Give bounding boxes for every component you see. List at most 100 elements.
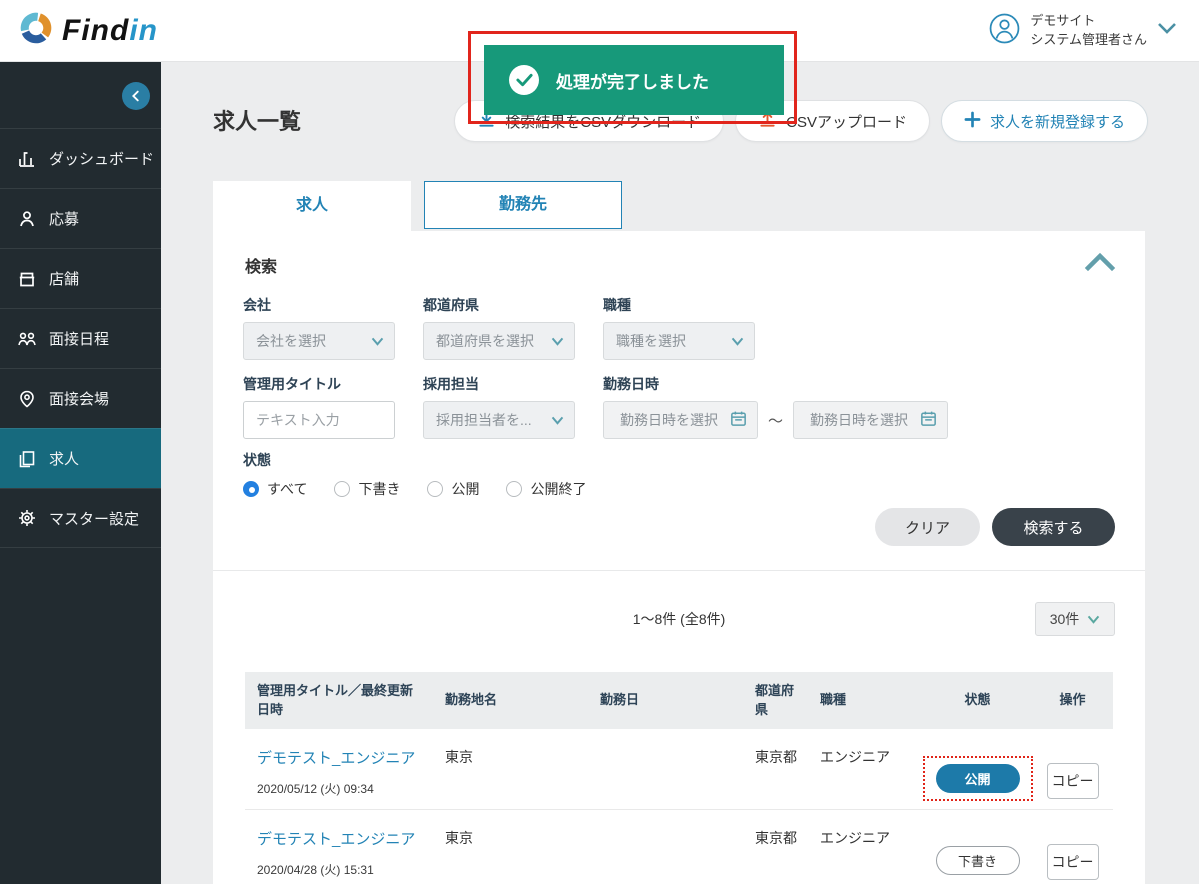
search-section-title: 検索	[245, 253, 277, 277]
header-work-day: 勤務日	[588, 683, 743, 718]
new-job-label: 求人を新規登録する	[990, 111, 1125, 132]
search-actions: クリア 検索する	[875, 508, 1115, 546]
radio-all[interactable]: すべて	[243, 479, 307, 499]
work-datetime-to-value: 勤務日時を選択	[810, 410, 908, 430]
table-row: デモテスト_エンジニア 2020/04/28 (火) 15:31 東京 東京都 …	[245, 810, 1113, 884]
recruiter-select[interactable]: 採用担当者を...	[423, 401, 575, 439]
company-select[interactable]: 会社を選択	[243, 322, 395, 360]
tabs: 求人 勤務先	[213, 181, 622, 231]
header-location: 勤務地名	[433, 683, 588, 718]
clear-button[interactable]: クリア	[875, 508, 980, 546]
header-prefecture: 都道府県	[743, 674, 808, 728]
job-title-link[interactable]: デモテスト_エンジニア	[257, 747, 415, 768]
csv-upload-label: CSVアップロード	[786, 111, 907, 132]
sidebar-item-label: ダッシュボード	[49, 148, 154, 169]
search-button[interactable]: 検索する	[992, 508, 1115, 546]
user-name-line1: デモサイト	[1030, 12, 1147, 31]
gear-icon	[17, 508, 37, 528]
radio-button-icon	[243, 481, 259, 497]
sidebar-item-label: 面接会場	[49, 388, 109, 409]
status-label: 状態	[243, 450, 586, 470]
radio-button-icon	[506, 481, 522, 497]
admin-title-label: 管理用タイトル	[243, 374, 395, 394]
prefecture-select-value: 都道府県を選択	[436, 331, 534, 351]
recruiter-label: 採用担当	[423, 374, 575, 394]
radio-published[interactable]: 公開	[427, 479, 479, 499]
cell-operation: コピー	[1028, 747, 1113, 799]
work-datetime-to-input[interactable]: 勤務日時を選択	[793, 401, 948, 439]
job-type-label: 職種	[603, 295, 755, 315]
bar-chart-icon	[17, 149, 37, 169]
calendar-icon	[919, 409, 938, 431]
per-page-value: 30件	[1050, 609, 1080, 629]
radio-all-label: すべて	[267, 479, 307, 499]
chevron-down-icon	[1157, 21, 1177, 40]
calendar-icon	[729, 409, 748, 431]
date-range-separator: 〜	[768, 410, 783, 431]
radio-draft-label: 下書き	[358, 479, 400, 499]
sidebar-item-interview-schedule[interactable]: 面接日程	[0, 308, 161, 368]
radio-draft[interactable]: 下書き	[334, 479, 400, 499]
cell-location: 東京	[433, 747, 588, 767]
sidebar-item-applications[interactable]: 応募	[0, 188, 161, 248]
logo-text: Findin	[62, 14, 158, 48]
cell-status: 公開	[923, 747, 1028, 801]
cell-title: デモテスト_エンジニア 2020/05/12 (火) 09:34	[245, 747, 433, 797]
search-panel: 検索 会社 会社を選択 都道府県 都道府県を選択 職種 職種を選択	[213, 231, 1145, 884]
plus-icon	[964, 111, 981, 132]
document-icon	[17, 449, 37, 469]
work-datetime-from-input[interactable]: 勤務日時を選択	[603, 401, 758, 439]
toast-message: 処理が完了しました	[556, 68, 709, 93]
sidebar-item-interview-venue[interactable]: 面接会場	[0, 368, 161, 428]
radio-ended[interactable]: 公開終了	[506, 479, 586, 499]
status-options: すべて 下書き 公開 公開終了	[243, 479, 586, 499]
admin-title-input[interactable]	[243, 401, 395, 439]
copy-button[interactable]: コピー	[1047, 763, 1099, 799]
highlight-annotation-status: 公開	[923, 756, 1033, 801]
new-job-button[interactable]: 求人を新規登録する	[941, 100, 1148, 142]
table-row: デモテスト_エンジニア 2020/05/12 (火) 09:34 東京 東京都 …	[245, 729, 1113, 810]
result-count: 1〜8件 (全8件)	[213, 609, 1145, 629]
status-badge-draft[interactable]: 下書き	[936, 846, 1020, 875]
collapse-search-icon[interactable]	[1083, 249, 1117, 278]
last-updated: 2020/04/28 (火) 15:31	[257, 861, 425, 878]
job-type-select[interactable]: 職種を選択	[603, 322, 755, 360]
sidebar-item-stores[interactable]: 店舗	[0, 248, 161, 308]
field-job-type: 職種 職種を選択	[603, 295, 755, 360]
header-admin-title: 管理用タイトル／最終更新日時	[245, 674, 433, 728]
copy-button[interactable]: コピー	[1047, 844, 1099, 880]
sidebar-item-jobs[interactable]: 求人	[0, 428, 161, 488]
header-operation: 操作	[1028, 683, 1113, 718]
cell-status: 下書き	[923, 828, 1028, 875]
header-job-type: 職種	[808, 683, 923, 718]
map-pin-icon	[17, 389, 37, 409]
cell-title: デモテスト_エンジニア 2020/04/28 (火) 15:31	[245, 828, 433, 878]
cell-job-type: エンジニア	[808, 828, 923, 848]
per-page-select[interactable]: 30件	[1035, 602, 1115, 636]
user-menu[interactable]: デモサイト システム管理者さん	[989, 12, 1177, 50]
user-avatar-icon	[989, 13, 1020, 49]
work-datetime-from-value: 勤務日時を選択	[620, 410, 718, 430]
jobs-table: 管理用タイトル／最終更新日時 勤務地名 勤務日 都道府県 職種 状態 操作 デモ…	[245, 672, 1113, 884]
status-badge-published[interactable]: 公開	[936, 764, 1020, 793]
divider	[213, 570, 1145, 571]
job-title-link[interactable]: デモテスト_エンジニア	[257, 828, 415, 849]
success-toast: 処理が完了しました	[484, 45, 784, 115]
sidebar-item-dashboard[interactable]: ダッシュボード	[0, 128, 161, 188]
company-label: 会社	[243, 295, 395, 315]
app-logo[interactable]: Findin	[18, 10, 158, 51]
sidebar-item-master-settings[interactable]: マスター設定	[0, 488, 161, 548]
main-content: 求人一覧 検索結果をCSVダウンロード CSVアップロード	[161, 62, 1199, 884]
sidebar-item-label: マスター設定	[49, 508, 139, 529]
field-company: 会社 会社を選択	[243, 295, 395, 360]
radio-published-label: 公開	[451, 479, 479, 499]
prefecture-select[interactable]: 都道府県を選択	[423, 322, 575, 360]
sidebar-collapse-button[interactable]	[122, 82, 150, 110]
tab-workplace[interactable]: 勤務先	[424, 181, 622, 229]
page-title: 求人一覧	[213, 104, 301, 136]
radio-button-icon	[334, 481, 350, 497]
store-icon	[17, 269, 37, 289]
tab-jobs[interactable]: 求人	[213, 181, 411, 231]
table-header-row: 管理用タイトル／最終更新日時 勤務地名 勤務日 都道府県 職種 状態 操作	[245, 672, 1113, 729]
sidebar-item-label: 応募	[49, 208, 79, 229]
